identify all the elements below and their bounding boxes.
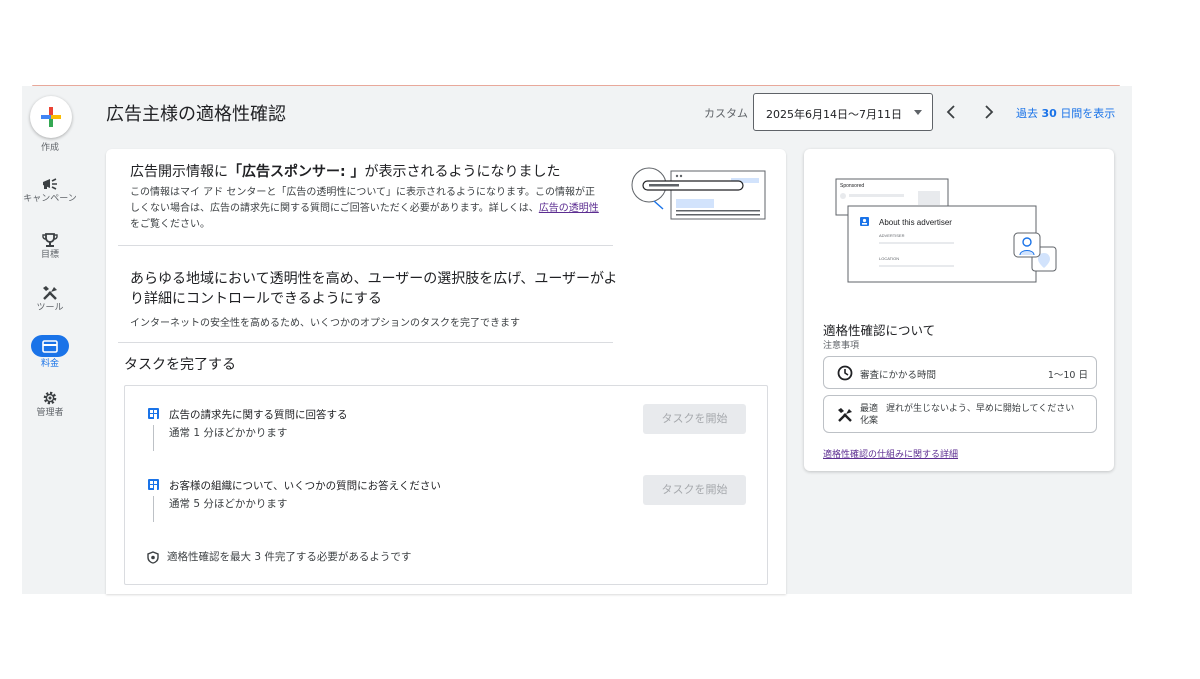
chevron-right-icon (985, 105, 994, 119)
tools-icon (838, 408, 852, 422)
eligibility-details-link[interactable]: 適格性確認の仕組みに関する詳細 (823, 447, 958, 460)
optimization-tip-box: 最適化案 遅れが生じないよう、早めに開始してください (823, 395, 1097, 433)
banner-title: 広告開示情報に「広告スポンサー: 」が表示されるようになりました (130, 161, 560, 181)
tasks-title: タスクを完了する (124, 357, 236, 373)
task-list: 広告の請求先に関する質問に回答する 通常 1 分ほどかかります タスクを開始 お… (124, 385, 768, 585)
building-icon (148, 479, 159, 490)
previous-period-button[interactable] (942, 101, 962, 123)
timeline-line (153, 496, 154, 522)
illustration-about: About this advertiser (879, 218, 952, 227)
next-period-button[interactable] (978, 101, 998, 123)
sidebar-item-label: キャンペーン (23, 194, 77, 204)
banner-desc-suffix: をご覧ください。 (130, 219, 210, 230)
review-time-value: 1〜10 日 (1047, 370, 1088, 381)
megaphone-icon (43, 178, 57, 190)
clock-icon (837, 365, 853, 381)
eligibility-info-card: Sponsored About this advertiser ADVERTIS… (804, 149, 1114, 471)
review-time-label: 審査にかかる時間 (860, 370, 937, 381)
side-card-subtitle: 注意事項 (823, 341, 860, 351)
advertiser-info-illustration: Sponsored About this advertiser ADVERTIS… (835, 178, 1057, 283)
task-name: お客様の組織について、いくつかの質問にお答えください (169, 480, 441, 492)
banner-desc-prefix: この情報はマイ アド センターと「広告の透明性について」に表示されるようになりま… (130, 187, 596, 214)
illustration-sponsored: Sponsored (840, 183, 864, 189)
banner-title-bold: 「広告スポンサー: 」 (228, 164, 365, 180)
illustration-location: LOCATION (879, 256, 899, 261)
optimization-tip-text: 遅れが生じないよう、早めに開始してください (886, 404, 1075, 414)
search-ad-illustration (631, 167, 766, 220)
date-range-value: 2025年6月14日〜7月11日 (766, 108, 902, 121)
main-card: 広告開示情報に「広告スポンサー: 」が表示されるようになりました この情報はマイ… (106, 149, 786, 594)
active-pill (31, 335, 69, 357)
caret-down-icon (914, 110, 922, 115)
sidebar-item-tools[interactable]: ツール (22, 285, 78, 314)
date-range-select[interactable]: 2025年6月14日〜7月11日 (753, 93, 933, 131)
section-description: インターネットの安全性を高めるため、いくつかのオプションのタスクを完了できます (130, 318, 520, 329)
tools-icon (43, 286, 57, 300)
sidebar-item-billing[interactable]: 料金 (22, 335, 78, 370)
sidebar-item-label: 目標 (40, 250, 59, 260)
start-task-button[interactable]: タスクを開始 (643, 475, 746, 505)
billing-card-icon (42, 339, 58, 353)
view-last-30-days-link[interactable]: 過去 30 日間を表示 (1016, 105, 1115, 121)
section-divider (118, 342, 613, 343)
sidebar-item-campaigns[interactable]: キャンペーン (22, 176, 78, 205)
plus-icon (41, 107, 61, 127)
sidebar-item-goals[interactable]: 目標 (22, 232, 78, 261)
view-30-number: 30 (1041, 107, 1057, 120)
banner-description: この情報はマイ アド センターと「広告の透明性について」に表示されるようになりま… (130, 185, 600, 233)
ad-transparency-link[interactable]: 広告の透明性 (539, 203, 599, 214)
side-card-title: 適格性確認について (823, 323, 936, 338)
task-name: 広告の請求先に関する質問に回答する (169, 409, 348, 421)
banner-title-suffix: が表示されるようになりました (364, 164, 561, 180)
top-divider (32, 85, 1120, 86)
top-band (22, 0, 1132, 86)
shield-icon (147, 550, 159, 564)
gear-icon (43, 391, 57, 405)
review-time-box: 審査にかかる時間 1〜10 日 (823, 356, 1097, 389)
section-divider (118, 245, 613, 246)
create-button[interactable] (30, 96, 72, 138)
timeline-line (153, 425, 154, 451)
create-label-wrap: 作成 (22, 141, 78, 154)
sidebar-item-label: 料金 (40, 359, 59, 369)
page-title: 広告主様の適格性確認 (106, 104, 286, 125)
task-note-text: 適格性確認を最大 3 件完了する必要があるようです (167, 551, 412, 563)
banner-title-prefix: 広告開示情報に (130, 164, 228, 180)
custom-label: カスタム (704, 107, 748, 120)
view-30-suffix: 日間を表示 (1060, 107, 1116, 120)
sidebar-item-label: ツール (36, 303, 64, 313)
create-label: 作成 (40, 143, 59, 153)
optimization-tip-label: 最適化案 (860, 404, 879, 426)
section-title: あらゆる地域において透明性を高め、ユーザーの選択肢を広げ、ユーザーがより詳細にコ… (130, 271, 618, 307)
task-time: 通常 1 分ほどかかります (169, 427, 288, 439)
task-note: 適格性確認を最大 3 件完了する必要があるようです (147, 549, 411, 564)
app-shell: 作成 キャンペーン 目標 ツール 料金 管理者 広告主様の適格性確認 カスタム … (22, 0, 1132, 594)
sidebar-item-admin[interactable]: 管理者 (22, 390, 78, 419)
task-time: 通常 5 分ほどかかります (169, 498, 288, 510)
start-task-button[interactable]: タスクを開始 (643, 404, 746, 434)
building-icon (148, 408, 159, 419)
view-30-prefix: 過去 (1016, 107, 1038, 120)
illustration-advertiser: ADVERTISER (879, 233, 905, 238)
chevron-left-icon (946, 105, 955, 119)
sidebar-item-label: 管理者 (36, 408, 64, 418)
trophy-icon (42, 233, 58, 247)
